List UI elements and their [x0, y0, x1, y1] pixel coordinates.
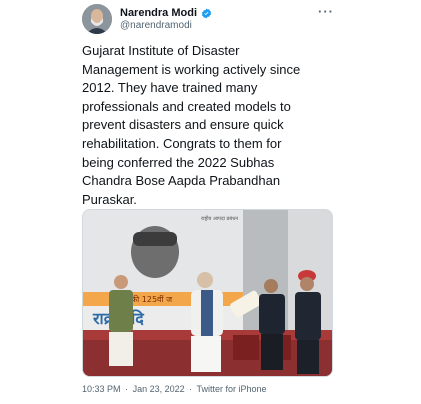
more-options-icon[interactable]: ···	[318, 4, 334, 19]
avatar[interactable]	[82, 4, 112, 34]
meta-separator-1: ·	[125, 384, 129, 394]
tweet-time[interactable]: 10:33 PM	[82, 384, 121, 394]
verified-badge-icon	[201, 7, 212, 19]
author-handle[interactable]: @narendramodi	[120, 20, 192, 31]
tweet-source[interactable]: Twitter for iPhone	[196, 384, 266, 394]
logo-text: राष्ट्रीय आपदा प्रबंधन	[201, 215, 238, 222]
tweet-date[interactable]: Jan 23, 2022	[133, 384, 185, 394]
tweet-metadata: 10:33 PM · Jan 23, 2022 · Twitter for iP…	[82, 384, 269, 394]
ceremony-photo: राष्ट्रीय आपदा प्रबंधन की 125वीं ज राक्र…	[83, 210, 332, 376]
meta-separator-2: ·	[189, 384, 193, 394]
tweet-text: Gujarat Institute of Disaster Management…	[82, 43, 301, 207]
author-display-name[interactable]: Narendra Modi	[120, 7, 197, 19]
author-name-row[interactable]: Narendra Modi	[120, 7, 212, 19]
tweet-photo[interactable]: राष्ट्रीय आपदा प्रबंधन की 125वीं ज राक्र…	[82, 209, 333, 377]
avatar-image	[82, 4, 112, 34]
tweet-card: Narendra Modi @narendramodi ··· Gujarat …	[0, 0, 421, 404]
banner-text: की 125वीं ज	[131, 294, 173, 304]
